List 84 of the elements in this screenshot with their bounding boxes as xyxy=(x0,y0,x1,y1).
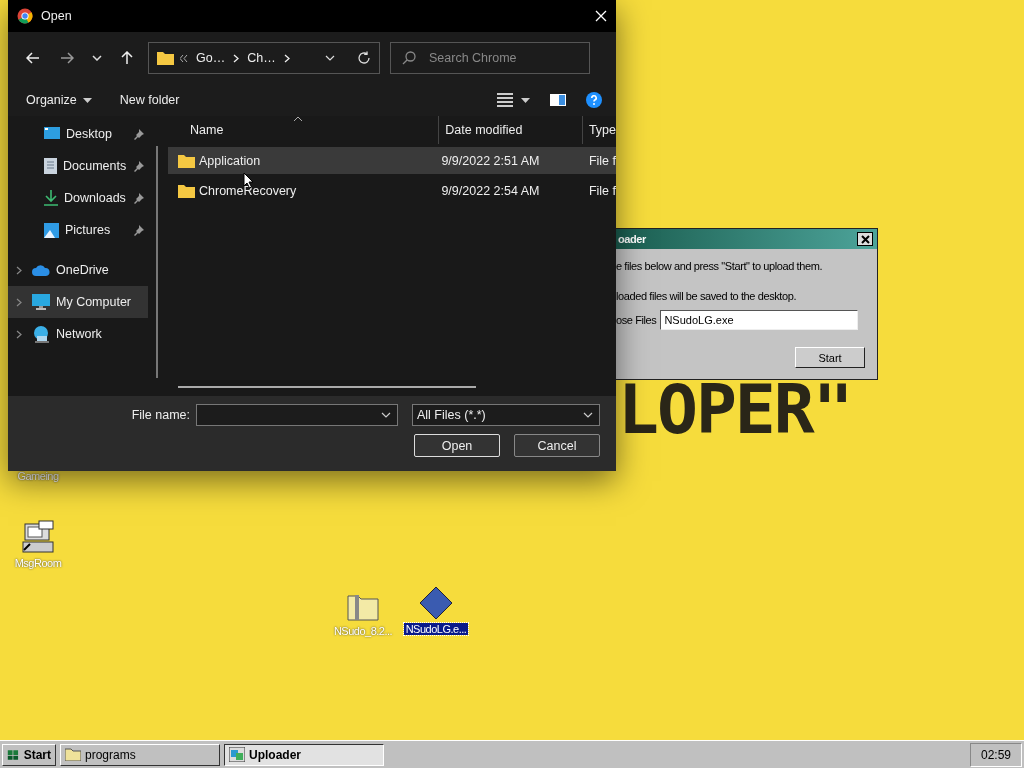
clock: 02:59 xyxy=(969,742,1022,767)
date-cell-text: 9/9/2022 2:54 AM xyxy=(440,183,541,198)
file-type-dropdown[interactable]: All Files (*.*) xyxy=(412,404,600,426)
expand-chevron-icon[interactable] xyxy=(16,297,22,307)
sidebar-item[interactable]: Documents xyxy=(8,150,148,182)
instruction-text: e files below and press "Start" to upload them. xyxy=(616,260,824,272)
wallpaper-text: LOPER" xyxy=(618,376,852,444)
taskbar-button[interactable]: programs xyxy=(60,743,220,766)
new-folder-button[interactable]: New folder xyxy=(113,93,186,107)
pin-icon xyxy=(133,224,144,236)
caret-icon[interactable] xyxy=(521,97,530,103)
chevron-right-icon xyxy=(283,53,290,63)
cancel-button[interactable]: Cancel xyxy=(514,434,600,457)
dropdown-caret-icon[interactable] xyxy=(381,412,391,418)
window-title: oader xyxy=(618,233,646,245)
pin-icon xyxy=(133,128,144,140)
picture-icon xyxy=(44,222,59,238)
document-icon xyxy=(44,158,57,174)
preview-pane-icon[interactable] xyxy=(550,94,566,106)
folder-icon xyxy=(157,51,174,65)
taskbar-button[interactable]: Uploader xyxy=(224,743,384,766)
close-button[interactable] xyxy=(857,232,873,246)
view-list-icon[interactable] xyxy=(497,93,513,107)
file-row[interactable]: Application 9/9/2022 2:51 AM File f xyxy=(168,147,616,174)
desktop-icon xyxy=(44,127,60,141)
help-icon[interactable] xyxy=(586,92,602,108)
column-header[interactable]: Date modified xyxy=(439,116,583,144)
expand-chevron-icon[interactable] xyxy=(16,265,22,275)
open-button[interactable]: Open xyxy=(414,434,500,457)
folder-icon xyxy=(178,153,195,168)
search-icon xyxy=(402,51,416,65)
file-name-field[interactable] xyxy=(196,404,398,426)
close-icon xyxy=(595,10,607,22)
column-header[interactable]: Name xyxy=(168,116,440,144)
caret-icon xyxy=(82,97,92,103)
search-field[interactable]: Search Chrome xyxy=(390,42,590,74)
download-icon xyxy=(44,190,58,206)
file-name: ChromeRecovery xyxy=(199,183,297,198)
chevron-down-icon xyxy=(92,55,102,61)
address-bar[interactable]: Go… Ch… xyxy=(148,42,380,74)
refresh-icon[interactable] xyxy=(357,51,371,65)
chevron-right-icon xyxy=(233,53,240,63)
zip-folder-icon[interactable] xyxy=(346,592,380,622)
sidebar-item[interactable]: Desktop xyxy=(8,118,148,150)
organize-menu[interactable]: Organize xyxy=(20,93,98,107)
desktop-icon-label[interactable]: NSudoLG.e... xyxy=(403,623,469,635)
breadcrumb[interactable]: Go… xyxy=(194,51,228,65)
start-button[interactable]: Start xyxy=(795,347,865,368)
column-header[interactable]: Type xyxy=(582,116,616,144)
file-name: Application xyxy=(199,153,261,168)
instruction-text: loaded files will be saved to the desktop. xyxy=(616,290,798,302)
sidebar-item[interactable]: Downloads xyxy=(8,182,148,214)
pin-icon xyxy=(133,160,144,172)
folder-icon xyxy=(178,183,195,198)
app-window-icon xyxy=(229,747,245,762)
field-label: File name: xyxy=(131,408,190,422)
network-icon xyxy=(32,325,50,343)
field-label: ose Files xyxy=(616,314,657,326)
windows-logo-icon xyxy=(7,747,20,762)
date-cell-text: 9/9/2022 2:51 AM xyxy=(440,153,541,168)
arrow-right-icon xyxy=(60,52,74,64)
pin-icon xyxy=(133,192,144,204)
expand-chevron-icon[interactable] xyxy=(16,329,22,339)
browser-logo-icon xyxy=(17,8,33,24)
arrow-left-icon xyxy=(26,52,40,64)
file-row[interactable]: ChromeRecovery 9/9/2022 2:54 AM File f xyxy=(168,177,616,204)
type-cell-text: File f xyxy=(587,153,616,168)
sidebar-item[interactable]: Pictures xyxy=(8,214,148,246)
caret-icon xyxy=(583,412,593,418)
breadcrumb[interactable]: Ch… xyxy=(245,51,278,65)
file-field[interactable]: NSudoLG.exe xyxy=(660,310,859,330)
type-cell-text: File f xyxy=(587,183,616,198)
dropdown-caret-icon[interactable] xyxy=(325,55,335,61)
sidebar-item[interactable]: My Computer xyxy=(8,286,148,318)
arrow-up-icon xyxy=(121,51,133,65)
computer-chat-icon[interactable] xyxy=(21,520,55,554)
window-title: Open xyxy=(41,9,73,23)
folder-icon xyxy=(65,748,81,761)
sidebar-item[interactable]: OneDrive xyxy=(8,254,148,286)
sidebar-item[interactable]: Network xyxy=(8,318,148,350)
diamond-icon[interactable] xyxy=(419,586,453,620)
cloud-icon xyxy=(32,264,50,276)
monitor-icon xyxy=(32,294,50,310)
start-button[interactable]: Start xyxy=(2,743,56,766)
